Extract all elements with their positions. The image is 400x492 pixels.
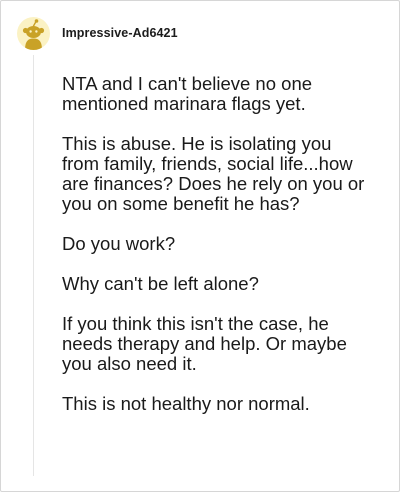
comment-paragraph: Why can't be left alone? <box>62 273 259 294</box>
comment-paragraph: NTA and I can't believe no one mentioned… <box>62 73 313 114</box>
snoo-icon <box>22 18 45 50</box>
comment-header: Impressive-Ad6421 <box>17 16 178 50</box>
comment-paragraph: This is abuse. He is isolating you from … <box>62 133 365 214</box>
comment-card: Impressive-Ad6421 NTA and I can't believ… <box>0 0 400 492</box>
comment-paragraph: Do you work? <box>62 233 176 254</box>
comment-paragraph: This is not healthy nor normal. <box>62 393 310 414</box>
comment-body: NTA and I can't believe no one mentioned… <box>62 74 372 434</box>
snoo-avatar-icon[interactable] <box>17 16 50 50</box>
thread-line[interactable] <box>33 55 34 476</box>
comment-author[interactable]: Impressive-Ad6421 <box>62 26 178 40</box>
comment-paragraph: If you think this isn't the case, he nee… <box>62 313 347 374</box>
